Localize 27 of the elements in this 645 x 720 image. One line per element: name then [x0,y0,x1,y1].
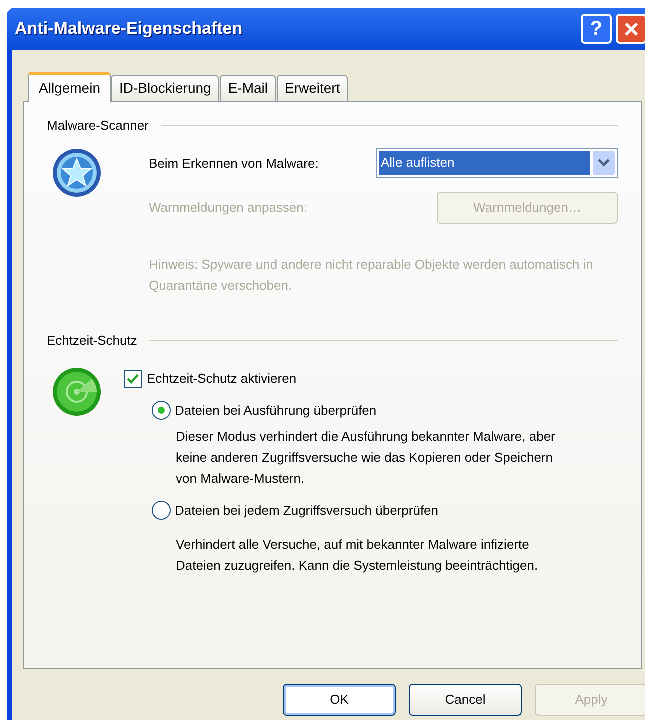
radio-label: Dateien bei jedem Zugriffsversuch überprüfen [175,502,439,520]
radar-icon [52,367,102,417]
chevron-down-icon [593,150,615,174]
dialog-button[interactable]: Cancel [409,684,522,716]
field-label: Warnmeldungen anpassen: [149,198,308,217]
checkbox[interactable] [124,370,142,388]
tab[interactable]: ID-Blockierung [111,75,220,101]
radio-button[interactable] [152,400,171,420]
option-description: Dieser Modus verhindert die Ausführung bekannter Malware, aber keine anderen Zugriffsversuche wie das Kopieren oder Speichern von Malware-Mustern. [176,428,556,488]
help-button[interactable]: ? [581,14,612,44]
check-icon [127,374,139,384]
radio-button[interactable] [152,501,171,520]
group-heading: Echtzeit-Schutz [47,332,138,350]
note-text: Hinweis: Spyware und andere nicht reparable Objekte werden automatisch in Quarantäne verschoben. [149,256,594,294]
close-button[interactable]: × [616,14,645,44]
radio-label: Dateien bei Ausführung überprüfen [175,402,377,420]
group-heading: Malware-Scanner [47,117,149,135]
field-label: Beim Erkennen von Malware: [149,154,319,172]
tab[interactable]: Allgemein [28,72,112,102]
tab[interactable]: E-Mail [220,75,276,101]
tab[interactable]: Erweitert [276,75,348,101]
option-description: Verhindert alle Versuche, auf mit bekannter Malware infizierte Dateien zuzugreifen. Kann die Systemleistung beeinträchtigen. [176,536,540,575]
dialog-button[interactable]: OK [283,684,396,716]
action-dropdown[interactable]: Alle auflisten [376,148,618,178]
window-title: Anti-Malware-Eigenschaften [15,18,244,40]
checkbox-label: Echtzeit-Schutz aktivieren [147,370,297,388]
star-shield-icon [52,148,102,198]
